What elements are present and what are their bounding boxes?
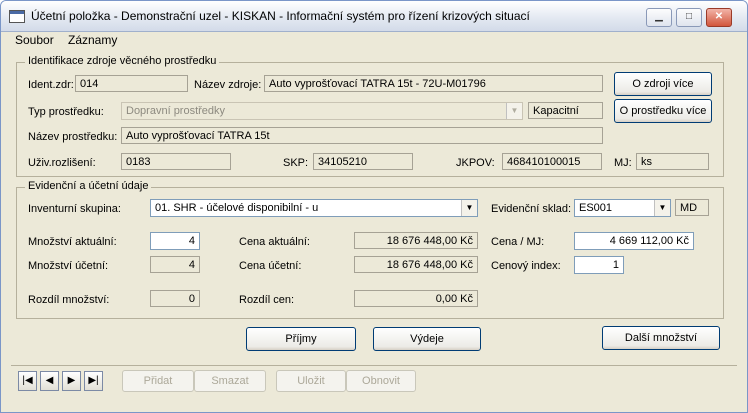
price-difference-field: 0,00 Kč bbox=[354, 290, 478, 307]
price-difference-label: Rozdíl cen: bbox=[239, 294, 295, 306]
divider bbox=[11, 365, 737, 366]
qty-current-label: Množství aktuální: bbox=[28, 236, 117, 248]
capacity-field: Kapacitní bbox=[528, 102, 603, 119]
warehouse-suffix-field: MD bbox=[675, 199, 709, 216]
type-label: Typ prostředku: bbox=[28, 106, 104, 118]
jkpov-label: JKPOV: bbox=[456, 157, 495, 169]
type-select[interactable]: Dopravní prostředky ▼ bbox=[121, 102, 523, 120]
warehouse-value: ES001 bbox=[579, 202, 613, 214]
user-distinction-field: 0183 bbox=[121, 153, 231, 170]
jkpov-field: 468410100015 bbox=[502, 153, 602, 170]
chevron-down-icon[interactable]: ▼ bbox=[654, 200, 670, 216]
source-group-legend: Identifikace zdroje věcného prostředku bbox=[25, 55, 220, 67]
skp-field: 34105210 bbox=[313, 153, 413, 170]
chevron-down-icon[interactable]: ▼ bbox=[461, 200, 477, 216]
qty-difference-label: Rozdíl množství: bbox=[28, 294, 110, 306]
qty-accounting-label: Množství účetní: bbox=[28, 260, 109, 272]
add-button[interactable]: Přidat bbox=[122, 370, 194, 392]
maximize-button[interactable]: □ bbox=[676, 8, 702, 27]
price-accounting-label: Cena účetní: bbox=[239, 260, 302, 272]
window-icon bbox=[9, 10, 25, 23]
next-record-icon[interactable]: ▶ bbox=[62, 371, 81, 391]
close-button[interactable]: ✕ bbox=[706, 8, 732, 27]
delete-button[interactable]: Smazat bbox=[194, 370, 266, 392]
ledger-group-legend: Evidenční a účetní údaje bbox=[25, 180, 152, 192]
price-current-label: Cena aktuální: bbox=[239, 236, 310, 248]
warehouse-label: Evidenční sklad: bbox=[491, 203, 572, 215]
first-record-icon[interactable]: |◀ bbox=[18, 371, 37, 391]
receipts-button[interactable]: Příjmy bbox=[246, 327, 356, 351]
title-bar[interactable]: Účetní položka - Demonstrační uzel - KIS… bbox=[1, 1, 747, 32]
ledger-group: Evidenční a účetní údaje Inventurní skup… bbox=[16, 180, 724, 319]
skp-label: SKP: bbox=[283, 157, 309, 169]
warehouse-select[interactable]: ES001 ▼ bbox=[574, 199, 671, 217]
window-title: Účetní položka - Demonstrační uzel - KIS… bbox=[31, 9, 530, 23]
source-name-field: Auto vyprošťovací TATRA 15t - 72U-M01796 bbox=[264, 75, 603, 92]
qty-current-input[interactable]: 4 bbox=[150, 232, 200, 250]
user-distinction-label: Uživ.rozlišení: bbox=[28, 157, 96, 169]
price-index-label: Cenový index: bbox=[491, 260, 561, 272]
resource-more-button[interactable]: O prostředku více bbox=[614, 99, 712, 123]
prev-record-icon[interactable]: ◀ bbox=[40, 371, 59, 391]
price-index-input[interactable]: 1 bbox=[574, 256, 624, 274]
more-quantity-button[interactable]: Další množství bbox=[602, 326, 720, 350]
qty-accounting-field: 4 bbox=[150, 256, 200, 273]
mj-field: ks bbox=[636, 153, 709, 170]
save-button[interactable]: Uložit bbox=[276, 370, 346, 392]
minimize-button[interactable]: ▁ bbox=[646, 8, 672, 27]
inventory-group-value: 01. SHR - účelové disponibilní - u bbox=[155, 202, 319, 214]
qty-difference-field: 0 bbox=[150, 290, 200, 307]
refresh-button[interactable]: Obnovit bbox=[346, 370, 416, 392]
mj-label: MJ: bbox=[614, 157, 632, 169]
type-value: Dopravní prostředky bbox=[126, 105, 226, 117]
source-name-label: Název zdroje: bbox=[194, 79, 262, 91]
unit-price-label: Cena / MJ: bbox=[491, 236, 545, 248]
source-more-button[interactable]: O zdroji více bbox=[614, 72, 712, 96]
resource-name-field: Auto vyprošťovací TATRA 15t bbox=[121, 127, 603, 144]
issues-button[interactable]: Výdeje bbox=[373, 327, 481, 351]
price-accounting-field: 18 676 448,00 Kč bbox=[354, 256, 478, 273]
ident-label: Ident.zdr: bbox=[28, 79, 74, 91]
inventory-group-select[interactable]: 01. SHR - účelové disponibilní - u ▼ bbox=[150, 199, 478, 217]
unit-price-input[interactable]: 4 669 112,00 Kč bbox=[574, 232, 694, 250]
resource-name-label: Název prostředku: bbox=[28, 131, 118, 143]
inventory-group-label: Inventurní skupina: bbox=[28, 203, 121, 215]
source-identification-group: Identifikace zdroje věcného prostředku I… bbox=[16, 55, 724, 177]
menu-soubor[interactable]: Soubor bbox=[15, 33, 54, 47]
last-record-icon[interactable]: ▶| bbox=[84, 371, 103, 391]
menu-bar: Soubor Záznamy bbox=[1, 32, 747, 48]
main-window: Účetní položka - Demonstrační uzel - KIS… bbox=[0, 0, 748, 413]
price-current-field: 18 676 448,00 Kč bbox=[354, 232, 478, 249]
ident-field: 014 bbox=[75, 75, 188, 92]
chevron-down-icon[interactable]: ▼ bbox=[506, 103, 522, 119]
menu-zaznamy[interactable]: Záznamy bbox=[68, 33, 117, 47]
